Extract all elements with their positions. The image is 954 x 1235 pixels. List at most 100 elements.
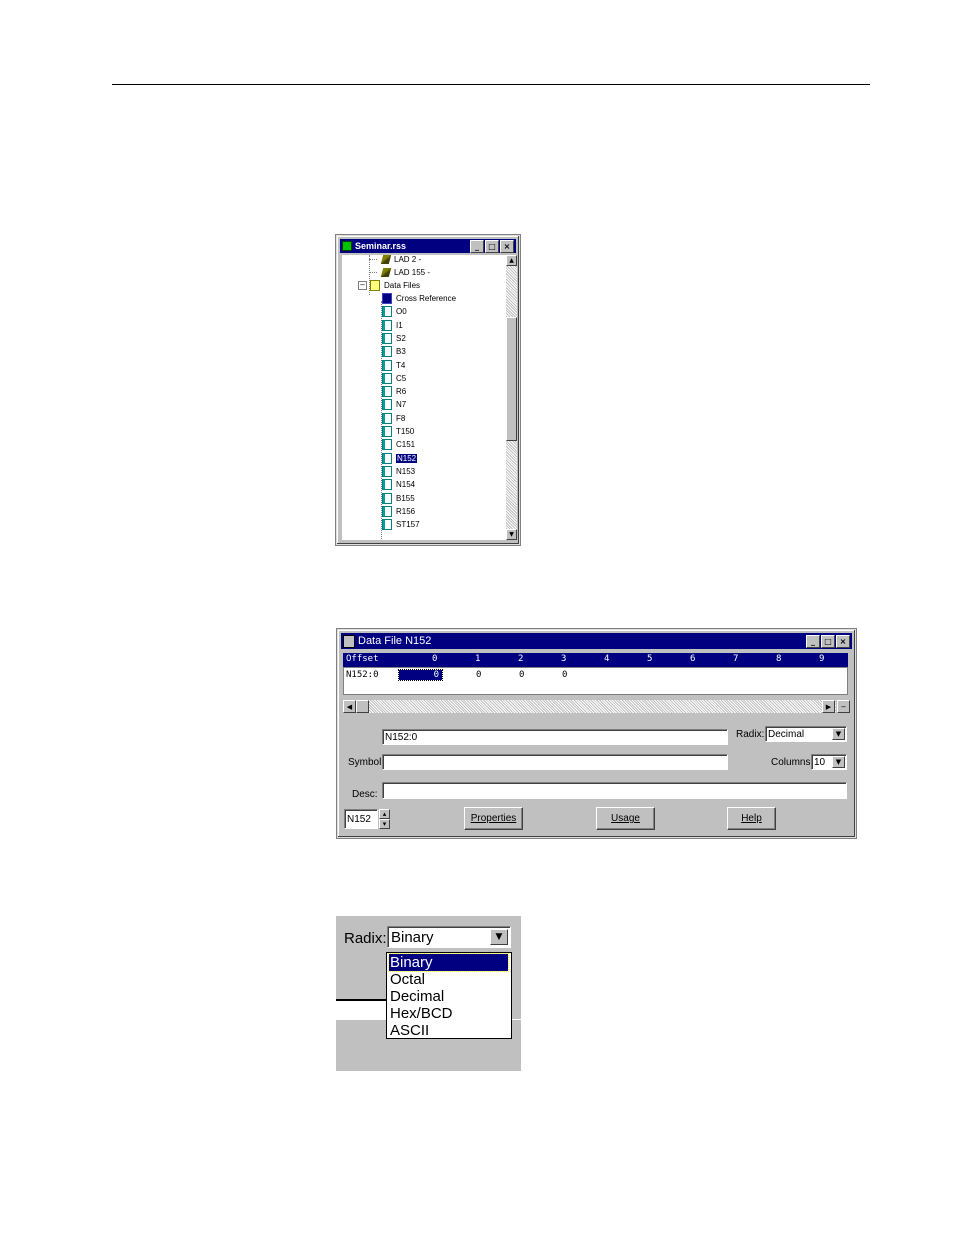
chevron-down-icon[interactable]: ▼ [490,929,508,945]
tree-item[interactable]: B155 [382,492,415,505]
column-header: 1 [475,654,481,664]
data-file-window: Data File N152 _ □ × Offset 0 1 2 3 4 5 6 7 8 9 N… [337,629,856,838]
file-number-spinner[interactable]: N152 [344,809,378,829]
tree-item[interactable]: F8 [382,412,405,425]
tree-item[interactable]: LAD 155 - [380,266,430,279]
close-icon[interactable]: × [500,240,514,253]
tree-item[interactable]: C151 [382,438,415,451]
radix-option[interactable]: Octal [389,971,508,988]
close-icon[interactable]: × [836,635,850,648]
tree-window-title: Seminar.rss [355,241,407,251]
cross-reference-icon [382,293,392,304]
data-file-titlebar[interactable]: Data File N152 _ □ × [341,633,852,649]
minimize-icon[interactable]: _ [470,240,484,253]
help-button[interactable]: Help [727,807,776,830]
tree-item[interactable]: T150 [382,425,414,438]
spin-down-icon[interactable]: ▾ [379,819,390,829]
column-header: 0 [432,654,438,664]
chevron-down-icon[interactable]: ▼ [832,728,845,740]
tree-item[interactable]: O0 [382,305,407,318]
data-file-icon [382,519,392,531]
collapse-icon[interactable]: − [358,281,367,290]
tree-item[interactable]: LAD 2 - [380,255,421,266]
grid-cell[interactable]: 0 [519,670,524,680]
address-field[interactable]: N152:0 [382,729,728,745]
column-header: 3 [561,654,567,664]
tree-item-label: N154 [396,480,416,490]
tree-item-label: C5 [396,373,407,383]
columns-select[interactable]: 10 ▼ [811,754,847,770]
tree-item[interactable]: N7 [382,398,406,411]
properties-button[interactable]: Properties [464,807,523,830]
tree-item[interactable]: S2 [382,332,406,345]
radix-label: Radix: [344,930,387,947]
grid-cell[interactable]: 0 [398,669,443,681]
tree-item[interactable]: N153 [382,465,415,478]
grid-horizontal-scrollbar[interactable]: ◀ ▶ [343,700,836,713]
tree-item[interactable]: N152 [382,452,418,465]
tree-item-label: N153 [396,466,416,476]
radix-option[interactable]: Decimal [389,988,508,1005]
tree-vertical-scrollbar[interactable]: ▲ ▼ [506,255,517,540]
data-file-icon [382,346,392,358]
data-file-icon [382,372,392,384]
radix-option[interactable]: ASCII [389,1022,508,1039]
tree-item[interactable]: T4 [382,359,405,372]
column-header: 6 [690,654,696,664]
chevron-down-icon[interactable]: ▼ [832,756,845,768]
scroll-up-icon[interactable]: ▲ [506,255,517,266]
radix-options-list: Binary Octal Decimal Hex/BCD ASCII [386,952,512,1039]
symbol-field[interactable] [382,754,728,770]
scroll-right-icon[interactable]: ▶ [822,700,835,713]
tree-item-label: ST157 [396,520,420,530]
maximize-icon[interactable]: □ [821,635,835,648]
tree-item-label: N152 [396,453,418,463]
tree-item-data-files[interactable]: − Data Files [358,279,420,292]
tree-item[interactable]: B3 [382,345,406,358]
tree-item-label: T4 [396,360,406,370]
data-file-icon [382,465,392,477]
scroll-left-icon[interactable]: ◀ [343,700,356,713]
radix-option[interactable]: Hex/BCD [389,1005,508,1022]
data-file-icon [382,479,392,491]
radix-select[interactable]: Binary ▼ [387,926,511,948]
data-file-icon [382,306,392,318]
data-file-icon [382,399,392,411]
tree-item-label: I1 [396,320,403,330]
description-field[interactable] [382,782,847,799]
grid-cell[interactable]: 0 [476,670,481,680]
grid-header: Offset 0 1 2 3 4 5 6 7 8 9 [343,653,848,667]
tree-item[interactable]: ST157 [382,518,420,531]
folder-icon [370,280,380,291]
tree-item[interactable]: R156 [382,505,415,518]
data-file-icon [343,634,355,648]
column-header: 8 [776,654,782,664]
radix-option[interactable]: Binary [388,953,509,972]
tree-item[interactable]: C5 [382,372,406,385]
scroll-down-icon[interactable]: ▼ [506,529,517,540]
maximize-icon[interactable]: □ [485,240,499,253]
data-file-icon [382,492,392,504]
minimize-icon[interactable]: _ [806,635,820,648]
usage-button[interactable]: Usage [596,807,655,830]
radix-label: Radix: [736,729,765,740]
scroll-thumb[interactable] [506,317,517,441]
radix-select[interactable]: Decimal ▼ [765,726,847,742]
column-header: 2 [518,654,524,664]
spin-up-icon[interactable]: ▴ [379,809,390,819]
tree-item[interactable]: Cross Reference [382,292,456,305]
scroll-thumb[interactable] [356,700,369,713]
tree-item-label: O0 [396,307,407,317]
tree-item[interactable]: R6 [382,385,406,398]
tree-item-label: T150 [396,427,415,436]
project-tree: LAD 2 - LAD 155 - − Data Files Cross Ref… [342,255,506,540]
tree-window-titlebar[interactable]: Seminar.rss _ □ × [340,239,516,253]
app-icon [342,241,352,251]
tree-item[interactable]: N154 [382,478,415,491]
radix-dropdown-panel: Radix: Binary ▼ Binary Octal Decimal Hex/BC… [336,916,521,1071]
split-icon[interactable]: − [837,700,850,713]
grid-cell[interactable]: 0 [562,670,567,680]
tree-item[interactable]: I1 [382,319,403,332]
symbol-label: Symbol [348,757,382,768]
data-file-icon [382,505,392,517]
